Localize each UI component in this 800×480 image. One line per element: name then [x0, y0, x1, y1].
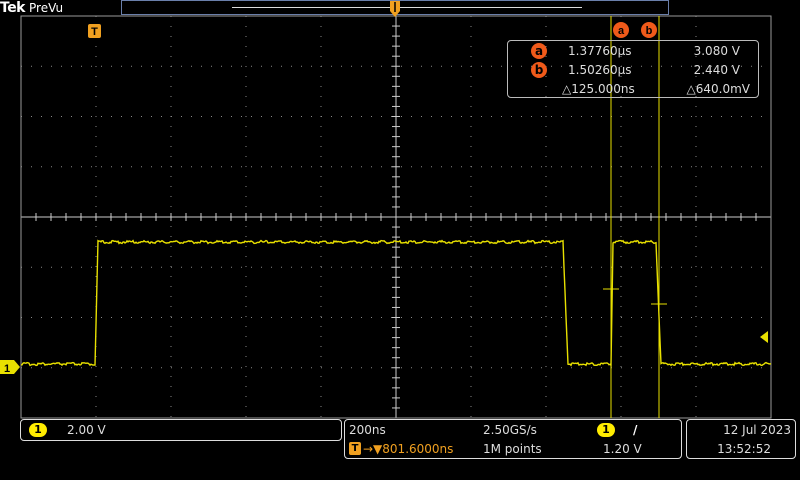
cursor-a-row: a 1.37760µs 3.080 V: [508, 43, 758, 59]
horizontal-trigger-status[interactable]: 200ns 2.50GS/s 1 / T →▼801.6000ns 1M poi…: [344, 419, 682, 459]
delta-voltage: △640.0mV: [686, 82, 750, 96]
cursor-a-readout-badge: a: [531, 43, 547, 59]
channel-1-scale: 2.00 V: [67, 423, 106, 437]
cursor-b-time: 1.50260µs: [568, 63, 632, 77]
sample-rate: 2.50GS/s: [483, 423, 537, 437]
cursor-delta-row: △125.000ns △640.0mV: [508, 81, 758, 97]
cursor-a-voltage: 3.080 V: [693, 44, 740, 58]
trigger-delay-icon: T: [349, 442, 361, 455]
trigger-slope-icon: /: [633, 423, 638, 437]
date: 12 Jul 2023: [723, 423, 791, 437]
cursor-a-badge-label: a: [618, 25, 625, 37]
trigger-delay: →▼801.6000ns: [363, 442, 454, 456]
time: 13:52:52: [717, 442, 771, 456]
channel-1-status[interactable]: 1 2.00 V: [20, 419, 342, 441]
cursor-b-badge-label: b: [646, 25, 653, 37]
cursor-b-readout-badge: b: [531, 62, 547, 78]
trigger-time-marker-label: T: [91, 26, 98, 38]
record-length: 1M points: [483, 442, 542, 456]
cursor-readout-panel[interactable]: a 1.37760µs 3.080 V b 1.50260µs 2.440 V …: [507, 40, 759, 98]
trigger-level: 1.20 V: [603, 442, 642, 456]
cursor-a-time: 1.37760µs: [568, 44, 632, 58]
delta-time: △125.000ns: [562, 82, 635, 96]
channel-1-marker-label: 1: [4, 363, 10, 375]
channel-1-chip: 1: [29, 423, 47, 437]
date-time-panel: 12 Jul 2023 13:52:52: [686, 419, 796, 459]
cursor-b-voltage: 2.440 V: [693, 63, 740, 77]
trigger-position-marker[interactable]: [390, 1, 400, 17]
trigger-source-chip: 1: [597, 423, 615, 437]
horizontal-scale: 200ns: [349, 423, 386, 437]
cursor-b-row: b 1.50260µs 2.440 V: [508, 62, 758, 78]
trigger-level-marker[interactable]: [760, 331, 768, 343]
